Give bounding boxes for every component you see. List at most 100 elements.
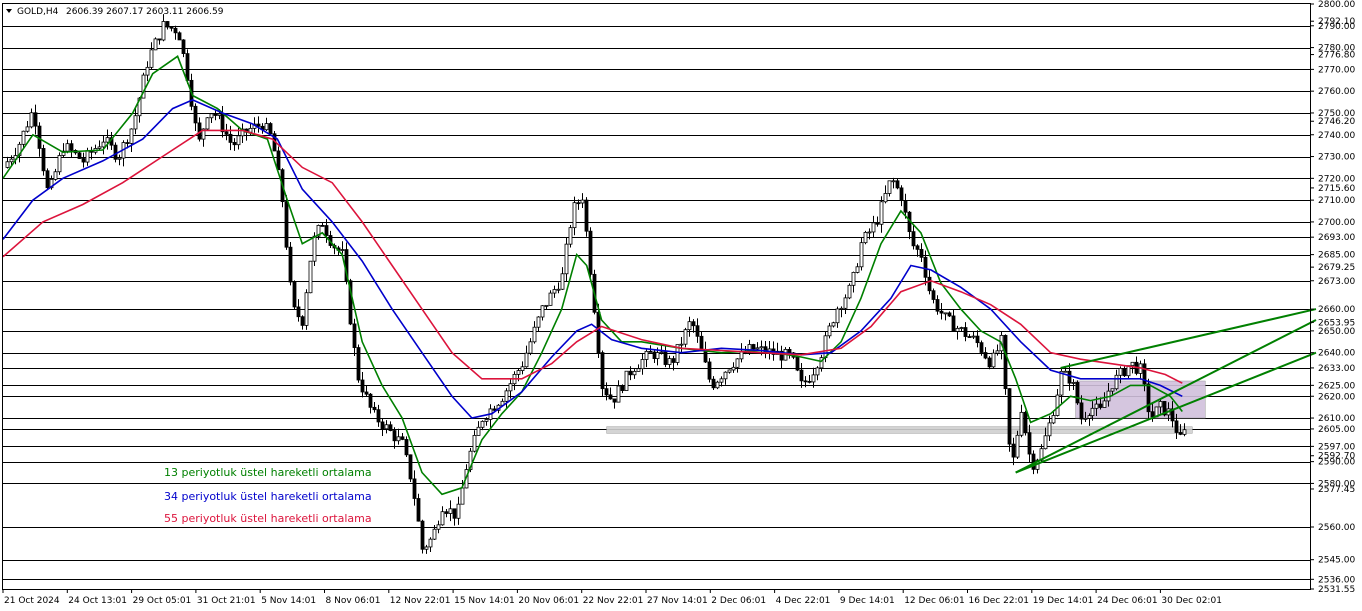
price-chart[interactable]: 2800.002792.102790.002780.002776.802770.… (0, 0, 1362, 611)
candle-body (755, 347, 760, 350)
candle-body (1023, 411, 1028, 434)
candle-body (320, 225, 325, 227)
trendline-1[interactable] (1015, 351, 1317, 474)
candle-body (1178, 432, 1183, 435)
candle-body (931, 290, 936, 300)
candle-body (264, 123, 269, 131)
candle-body (33, 112, 38, 127)
candle-body (735, 358, 740, 368)
candle-body (520, 366, 525, 371)
candle-body (165, 21, 170, 28)
candle-body (65, 143, 70, 152)
candle-body (1063, 370, 1068, 373)
candle-body (5, 161, 10, 168)
candle-body (105, 137, 110, 143)
x-tick-label: 24 Oct 13:01 (68, 596, 127, 606)
candle-body (524, 352, 529, 368)
candle-body (1087, 415, 1092, 419)
x-tick-label: 12 Dec 06:01 (904, 596, 965, 606)
candle-body (620, 385, 625, 391)
candle-body (368, 393, 373, 408)
dropdown-triangle-icon[interactable] (6, 9, 12, 13)
candle-body (268, 123, 273, 135)
candle-body (835, 308, 840, 324)
candle-body (891, 180, 896, 183)
candle-body (1003, 334, 1008, 390)
y-tick-label: 2590.00 (1318, 458, 1355, 468)
y-tick-label: 2740.00 (1318, 131, 1355, 141)
candle-body (149, 49, 154, 68)
candle-body (588, 230, 593, 275)
candle-body (213, 113, 218, 116)
candle-body (1047, 422, 1052, 437)
x-tick-label: 2 Dec 06:01 (711, 596, 766, 606)
candle-body (863, 231, 868, 244)
candle-body (823, 335, 828, 359)
candle-body (484, 419, 489, 422)
y-tick-label: 2560.00 (1318, 523, 1355, 533)
candle-body (815, 367, 820, 376)
candle-body (308, 260, 313, 294)
candle-body (560, 273, 565, 290)
candle-body (580, 199, 585, 204)
candle-body (699, 335, 704, 351)
candle-body (1031, 453, 1036, 470)
candle-body (420, 520, 425, 550)
candle-body (101, 141, 106, 148)
candle-body (663, 351, 668, 365)
candle-body (879, 201, 884, 225)
y-tick-label: 2577.45 (1318, 485, 1355, 495)
y-tick-label: 2720.00 (1318, 174, 1355, 184)
candle-body (807, 380, 812, 383)
x-tick-label: 9 Dec 14:01 (840, 596, 895, 606)
y-axis: 2800.002792.102790.002780.002776.802770.… (1310, 0, 1355, 595)
y-tick-label: 2660.00 (1318, 305, 1355, 315)
candle-body (1011, 443, 1016, 458)
x-tick-label: 4 Dec 22:01 (776, 596, 831, 606)
candle-body (867, 231, 872, 234)
x-tick-label: 29 Oct 05:01 (133, 596, 192, 606)
candle-body (564, 243, 569, 275)
y-tick-label: 2610.00 (1318, 414, 1355, 424)
candle-body (707, 361, 712, 380)
legend: 13 periyotluk üstel hareketli ortalama 3… (164, 466, 372, 525)
candle-body (324, 225, 329, 236)
candle-body (847, 284, 852, 299)
candle-body (983, 352, 988, 359)
candle-body (1094, 403, 1099, 409)
y-tick-label: 2673.00 (1318, 277, 1355, 287)
candle-body (21, 130, 26, 145)
candle-body (452, 508, 457, 519)
candle-body (1075, 382, 1080, 404)
candle-body (205, 117, 210, 130)
candle-body (616, 385, 621, 403)
candle-body (428, 538, 433, 548)
candle-body (947, 312, 952, 317)
candle-body (181, 39, 186, 54)
candle-body (1146, 383, 1151, 413)
candle-body (648, 350, 653, 353)
candle-body (1098, 403, 1103, 408)
candle-body (380, 421, 385, 430)
candle-body (831, 322, 836, 327)
candle-body (652, 351, 657, 359)
candle-body (731, 366, 736, 371)
candle-body (400, 436, 405, 440)
candle-body (1067, 370, 1072, 384)
candle-body (1043, 435, 1048, 450)
candle-body (372, 406, 377, 411)
candle-body (384, 424, 389, 430)
candle-body (795, 356, 800, 371)
candle-body (1114, 374, 1119, 390)
candle-body (1130, 361, 1135, 367)
candle-body (859, 242, 864, 268)
candle-body (552, 289, 557, 294)
candle-body (695, 325, 700, 337)
legend-ema13: 13 periyotluk üstel hareketli ortalama (164, 466, 372, 479)
candle-body (69, 143, 74, 151)
candle-body (548, 292, 553, 306)
candle-body (53, 171, 58, 180)
candle-body (256, 123, 261, 127)
candle-body (636, 368, 641, 372)
candle-body (600, 352, 605, 390)
